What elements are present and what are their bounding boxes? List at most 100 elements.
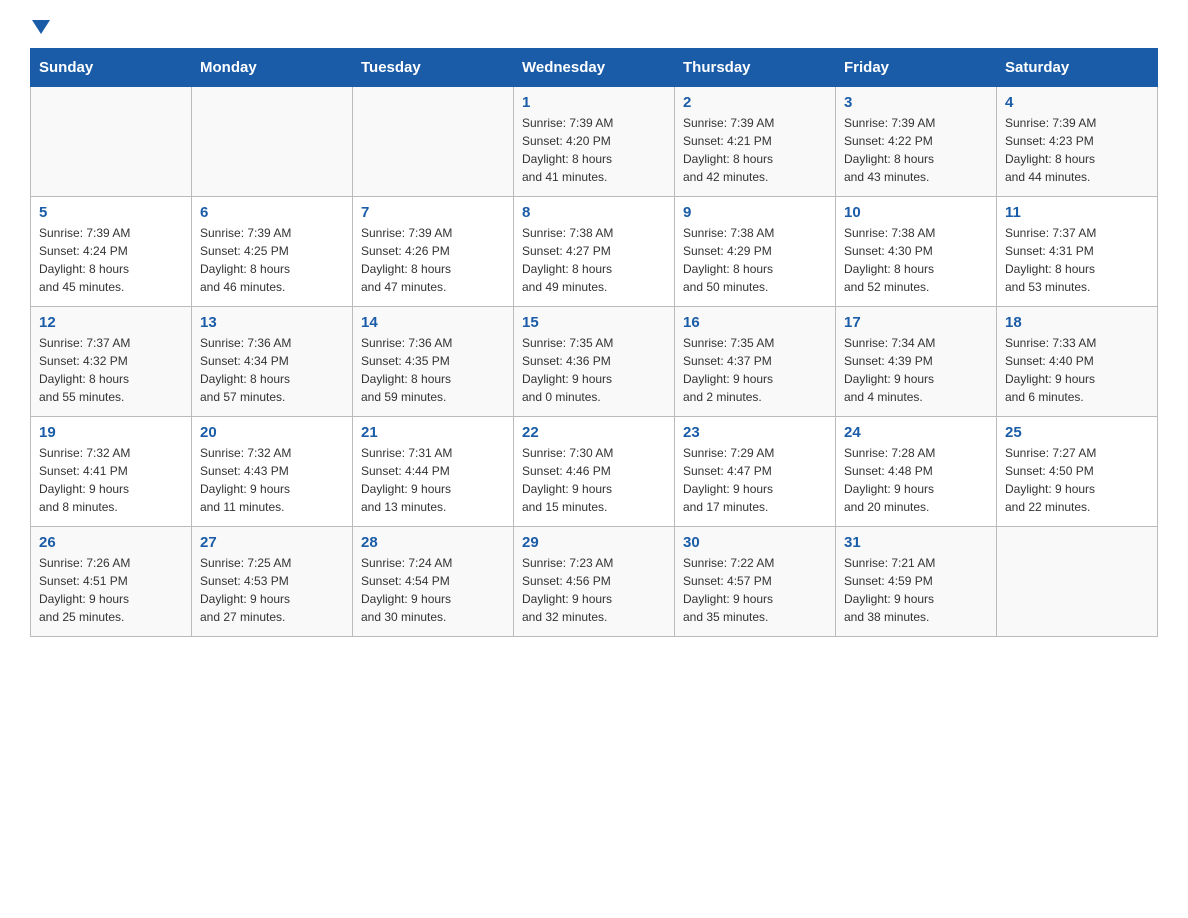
- calendar-cell: [31, 87, 192, 197]
- calendar-cell: 23Sunrise: 7:29 AM Sunset: 4:47 PM Dayli…: [675, 417, 836, 527]
- day-info: Sunrise: 7:31 AM Sunset: 4:44 PM Dayligh…: [361, 444, 505, 516]
- calendar-cell: 22 Sunrise: 7:30 AM Sunset: 4:46 PM Dayli…: [514, 417, 675, 527]
- calendar-week-row: 12Sunrise: 7:37 AM Sunset: 4:32 PM Dayli…: [31, 307, 1158, 417]
- day-number: 3: [844, 94, 988, 111]
- day-info: Sunrise: 7:39 AM Sunset: 4:22 PM Dayligh…: [844, 114, 988, 186]
- calendar-cell: [192, 87, 353, 197]
- calendar-cell: 18 Sunrise: 7:33 AM Sunset: 4:40 PM Dayli…: [997, 307, 1158, 417]
- calendar-cell: 6Sunrise: 7:39 AM Sunset: 4:25 PM Daylig…: [192, 197, 353, 307]
- calendar-week-row: 5 Sunrise: 7:39 AM Sunset: 4:24 PM Daylig…: [31, 197, 1158, 307]
- calendar-cell: 21 Sunrise: 7:31 AM Sunset: 4:44 PM Dayli…: [353, 417, 514, 527]
- day-number: 1: [522, 94, 666, 111]
- calendar-cell: 16 Sunrise: 7:35 AM Sunset: 4:37 PM Dayli…: [675, 307, 836, 417]
- day-info: Sunrise: 7:27 AM Sunset: 4:50 PM Dayligh…: [1005, 444, 1149, 516]
- day-number: 2: [683, 94, 827, 111]
- calendar-body: 1 Sunrise: 7:39 AM Sunset: 4:20 PM Daylig…: [31, 87, 1158, 637]
- day-of-week-saturday: Saturday: [997, 49, 1158, 87]
- day-number: 25: [1005, 424, 1149, 441]
- logo-triangle-icon: [32, 20, 50, 34]
- calendar-cell: 13 Sunrise: 7:36 AM Sunset: 4:34 PM Dayli…: [192, 307, 353, 417]
- day-of-week-thursday: Thursday: [675, 49, 836, 87]
- day-number: 10: [844, 204, 988, 221]
- day-number: 27: [200, 534, 344, 551]
- day-info: Sunrise: 7:24 AM Sunset: 4:54 PM Dayligh…: [361, 554, 505, 626]
- day-of-week-monday: Monday: [192, 49, 353, 87]
- day-number: 11: [1005, 204, 1149, 221]
- calendar-cell: 8 Sunrise: 7:38 AM Sunset: 4:27 PM Daylig…: [514, 197, 675, 307]
- calendar-cell: 7Sunrise: 7:39 AM Sunset: 4:26 PM Daylig…: [353, 197, 514, 307]
- day-number: 26: [39, 534, 183, 551]
- calendar-cell: 24Sunrise: 7:28 AM Sunset: 4:48 PM Dayli…: [836, 417, 997, 527]
- calendar-cell: 31Sunrise: 7:21 AM Sunset: 4:59 PM Dayli…: [836, 527, 997, 637]
- day-number: 7: [361, 204, 505, 221]
- page-header: [30, 24, 1158, 38]
- day-info: Sunrise: 7:28 AM Sunset: 4:48 PM Dayligh…: [844, 444, 988, 516]
- day-info: Sunrise: 7:25 AM Sunset: 4:53 PM Dayligh…: [200, 554, 344, 626]
- calendar-cell: 2Sunrise: 7:39 AM Sunset: 4:21 PM Daylig…: [675, 87, 836, 197]
- day-number: 16: [683, 314, 827, 331]
- day-number: 29: [522, 534, 666, 551]
- day-number: 20: [200, 424, 344, 441]
- calendar-header: SundayMondayTuesdayWednesdayThursdayFrid…: [31, 49, 1158, 87]
- day-number: 14: [361, 314, 505, 331]
- calendar-cell: 26 Sunrise: 7:26 AM Sunset: 4:51 PM Dayli…: [31, 527, 192, 637]
- day-info: Sunrise: 7:36 AM Sunset: 4:34 PM Dayligh…: [200, 334, 344, 406]
- day-info: Sunrise: 7:37 AM Sunset: 4:31 PM Dayligh…: [1005, 224, 1149, 296]
- calendar-cell: 11 Sunrise: 7:37 AM Sunset: 4:31 PM Dayli…: [997, 197, 1158, 307]
- calendar-cell: 14 Sunrise: 7:36 AM Sunset: 4:35 PM Dayli…: [353, 307, 514, 417]
- day-info: Sunrise: 7:38 AM Sunset: 4:29 PM Dayligh…: [683, 224, 827, 296]
- day-info: Sunrise: 7:21 AM Sunset: 4:59 PM Dayligh…: [844, 554, 988, 626]
- day-number: 21: [361, 424, 505, 441]
- day-number: 13: [200, 314, 344, 331]
- logo: [30, 24, 50, 38]
- day-number: 19: [39, 424, 183, 441]
- day-info: Sunrise: 7:26 AM Sunset: 4:51 PM Dayligh…: [39, 554, 183, 626]
- calendar-week-row: 1 Sunrise: 7:39 AM Sunset: 4:20 PM Daylig…: [31, 87, 1158, 197]
- day-info: Sunrise: 7:39 AM Sunset: 4:24 PM Dayligh…: [39, 224, 183, 296]
- day-number: 30: [683, 534, 827, 551]
- day-number: 23: [683, 424, 827, 441]
- day-number: 28: [361, 534, 505, 551]
- day-info: Sunrise: 7:35 AM Sunset: 4:37 PM Dayligh…: [683, 334, 827, 406]
- day-number: 15: [522, 314, 666, 331]
- calendar-cell: [353, 87, 514, 197]
- day-number: 22: [522, 424, 666, 441]
- calendar-cell: 30 Sunrise: 7:22 AM Sunset: 4:57 PM Dayli…: [675, 527, 836, 637]
- calendar-week-row: 26 Sunrise: 7:26 AM Sunset: 4:51 PM Dayli…: [31, 527, 1158, 637]
- day-number: 18: [1005, 314, 1149, 331]
- calendar-cell: 28 Sunrise: 7:24 AM Sunset: 4:54 PM Dayli…: [353, 527, 514, 637]
- calendar-cell: 12Sunrise: 7:37 AM Sunset: 4:32 PM Dayli…: [31, 307, 192, 417]
- day-info: Sunrise: 7:30 AM Sunset: 4:46 PM Dayligh…: [522, 444, 666, 516]
- day-number: 4: [1005, 94, 1149, 111]
- day-info: Sunrise: 7:32 AM Sunset: 4:43 PM Dayligh…: [200, 444, 344, 516]
- day-of-week-sunday: Sunday: [31, 49, 192, 87]
- days-of-week-row: SundayMondayTuesdayWednesdayThursdayFrid…: [31, 49, 1158, 87]
- calendar-cell: 10 Sunrise: 7:38 AM Sunset: 4:30 PM Dayli…: [836, 197, 997, 307]
- day-of-week-wednesday: Wednesday: [514, 49, 675, 87]
- calendar-cell: 5 Sunrise: 7:39 AM Sunset: 4:24 PM Daylig…: [31, 197, 192, 307]
- calendar-cell: 1 Sunrise: 7:39 AM Sunset: 4:20 PM Daylig…: [514, 87, 675, 197]
- calendar-cell: 4 Sunrise: 7:39 AM Sunset: 4:23 PM Daylig…: [997, 87, 1158, 197]
- day-info: Sunrise: 7:39 AM Sunset: 4:23 PM Dayligh…: [1005, 114, 1149, 186]
- day-info: Sunrise: 7:39 AM Sunset: 4:20 PM Dayligh…: [522, 114, 666, 186]
- day-info: Sunrise: 7:36 AM Sunset: 4:35 PM Dayligh…: [361, 334, 505, 406]
- calendar-cell: 15Sunrise: 7:35 AM Sunset: 4:36 PM Dayli…: [514, 307, 675, 417]
- day-info: Sunrise: 7:37 AM Sunset: 4:32 PM Dayligh…: [39, 334, 183, 406]
- day-info: Sunrise: 7:38 AM Sunset: 4:27 PM Dayligh…: [522, 224, 666, 296]
- day-info: Sunrise: 7:33 AM Sunset: 4:40 PM Dayligh…: [1005, 334, 1149, 406]
- day-number: 17: [844, 314, 988, 331]
- calendar-cell: 9Sunrise: 7:38 AM Sunset: 4:29 PM Daylig…: [675, 197, 836, 307]
- calendar-cell: 17 Sunrise: 7:34 AM Sunset: 4:39 PM Dayli…: [836, 307, 997, 417]
- day-info: Sunrise: 7:32 AM Sunset: 4:41 PM Dayligh…: [39, 444, 183, 516]
- day-number: 5: [39, 204, 183, 221]
- calendar-cell: 19 Sunrise: 7:32 AM Sunset: 4:41 PM Dayli…: [31, 417, 192, 527]
- calendar-cell: 3 Sunrise: 7:39 AM Sunset: 4:22 PM Daylig…: [836, 87, 997, 197]
- day-info: Sunrise: 7:39 AM Sunset: 4:25 PM Dayligh…: [200, 224, 344, 296]
- day-info: Sunrise: 7:38 AM Sunset: 4:30 PM Dayligh…: [844, 224, 988, 296]
- day-info: Sunrise: 7:34 AM Sunset: 4:39 PM Dayligh…: [844, 334, 988, 406]
- day-info: Sunrise: 7:23 AM Sunset: 4:56 PM Dayligh…: [522, 554, 666, 626]
- calendar-week-row: 19 Sunrise: 7:32 AM Sunset: 4:41 PM Dayli…: [31, 417, 1158, 527]
- day-number: 8: [522, 204, 666, 221]
- calendar-table: SundayMondayTuesdayWednesdayThursdayFrid…: [30, 48, 1158, 637]
- day-info: Sunrise: 7:22 AM Sunset: 4:57 PM Dayligh…: [683, 554, 827, 626]
